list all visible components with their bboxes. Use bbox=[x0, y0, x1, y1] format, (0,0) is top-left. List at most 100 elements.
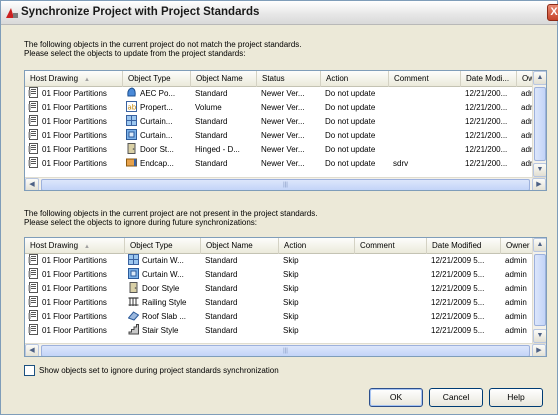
table-row[interactable]: 01 Floor Partitions Endcap... Standard Newe… bbox=[25, 157, 543, 171]
status-cell: Newer Ver... bbox=[257, 101, 321, 115]
table-row[interactable]: 01 Floor Partitions Door Style Standard Ski… bbox=[25, 282, 533, 296]
table-row[interactable]: 01 Floor Partitions Stair Style Standard Sk… bbox=[25, 324, 533, 338]
missing-objects-grid[interactable]: Host Drawing ▲ Object Type Object Name Ac… bbox=[24, 237, 547, 357]
action-cell-text: Do not update bbox=[325, 117, 376, 126]
title-bar[interactable]: Synchronize Project with Project Standar… bbox=[1, 1, 558, 25]
mismatched-objects-grid[interactable]: Host Drawing ▲ Object Type Object Name St… bbox=[24, 70, 547, 191]
comment-cell bbox=[389, 143, 461, 157]
col-header-object-type[interactable]: Object Type bbox=[125, 238, 201, 254]
scroll-thumb[interactable] bbox=[534, 87, 546, 161]
comment-cell bbox=[389, 87, 461, 101]
object-type-cell: Railing Style bbox=[125, 296, 201, 310]
object-type-cell: Stair Style bbox=[125, 324, 201, 338]
object-name-cell-text: Standard bbox=[205, 284, 238, 293]
col-header-comment[interactable]: Comment bbox=[389, 71, 461, 87]
horizontal-scrollbar[interactable]: ◀ ||| ▶ bbox=[25, 343, 546, 356]
curtain-wall-unit-icon bbox=[126, 129, 137, 140]
action-cell-text: Do not update bbox=[325, 159, 376, 168]
col-header-object-type[interactable]: Object Type bbox=[123, 71, 191, 87]
help-button[interactable]: Help bbox=[489, 388, 543, 407]
show-ignored-checkbox[interactable] bbox=[24, 365, 35, 376]
object-type-cell: Door St... bbox=[123, 143, 191, 157]
host-drawing-cell: 01 Floor Partitions bbox=[25, 101, 123, 115]
scroll-up-icon[interactable]: ▲ bbox=[533, 71, 546, 85]
status-cell: Newer Ver... bbox=[257, 129, 321, 143]
scroll-right-icon[interactable]: ▶ bbox=[532, 344, 546, 356]
action-cell-text: Skip bbox=[283, 326, 299, 335]
grid-header: Host Drawing ▲ Object Type Object Name St… bbox=[25, 71, 546, 87]
table-row[interactable]: 01 Floor Partitions Curtain... Standard New… bbox=[25, 129, 543, 143]
table-row[interactable]: 01 Floor Partitions Door St... Hinged - D.… bbox=[25, 143, 543, 157]
col-header-host-drawing[interactable]: Host Drawing ▲ bbox=[25, 71, 123, 87]
scroll-right-icon[interactable]: ▶ bbox=[532, 178, 546, 190]
scroll-down-icon[interactable]: ▼ bbox=[533, 163, 546, 177]
drawing-file-icon bbox=[28, 87, 39, 98]
col-header-action[interactable]: Action bbox=[321, 71, 389, 87]
action-cell: Skip bbox=[279, 296, 355, 310]
action-cell: Skip bbox=[279, 268, 355, 282]
table-row[interactable]: 01 Floor Partitions Roof Slab ... Standard… bbox=[25, 310, 533, 324]
object-type-cell: Curtain... bbox=[123, 115, 191, 129]
object-type-cell-text: Door St... bbox=[140, 145, 174, 154]
vertical-scrollbar[interactable]: ▲ ▼ bbox=[532, 238, 546, 344]
action-cell: Skip bbox=[279, 282, 355, 296]
top-intro-line2: Please select the objects to update from… bbox=[24, 49, 246, 58]
object-name-cell: Standard bbox=[201, 282, 279, 296]
horizontal-scroll-thumb[interactable]: ||| bbox=[41, 179, 530, 190]
object-name-cell-text: Standard bbox=[205, 270, 238, 279]
vertical-scrollbar[interactable]: ▲ ▼ bbox=[532, 71, 546, 178]
col-header-object-name[interactable]: Object Name bbox=[201, 238, 279, 254]
svg-text:ab: ab bbox=[128, 104, 137, 112]
ok-button[interactable]: OK bbox=[369, 388, 423, 407]
horizontal-scrollbar[interactable]: ◀ ||| ▶ bbox=[25, 177, 546, 190]
sync-dialog: Synchronize Project with Project Standar… bbox=[0, 0, 558, 415]
bottom-intro-line2: Please select the objects to ignore duri… bbox=[24, 218, 258, 227]
scroll-up-icon[interactable]: ▲ bbox=[533, 238, 546, 252]
table-row[interactable]: 01 Floor Partitions Curtain... Standard New… bbox=[25, 115, 543, 129]
object-type-cell: Curtain... bbox=[123, 129, 191, 143]
col-header-status[interactable]: Status bbox=[257, 71, 321, 87]
status-cell: Newer Ver... bbox=[257, 87, 321, 101]
host-drawing-cell: 01 Floor Partitions bbox=[25, 87, 123, 101]
action-cell-text: Skip bbox=[283, 312, 299, 321]
col-header-action[interactable]: Action bbox=[279, 238, 355, 254]
object-name-cell: Standard bbox=[201, 268, 279, 282]
object-name-cell: Standard bbox=[201, 310, 279, 324]
sort-ascending-icon: ▲ bbox=[84, 244, 90, 250]
scroll-thumb[interactable] bbox=[534, 254, 546, 326]
grid-header: Host Drawing ▲ Object Type Object Name Ac… bbox=[25, 238, 546, 254]
close-button[interactable]: X bbox=[547, 4, 558, 21]
scroll-down-icon[interactable]: ▼ bbox=[533, 329, 546, 343]
object-type-cell: Curtain W... bbox=[125, 268, 201, 282]
scroll-left-icon[interactable]: ◀ bbox=[25, 344, 39, 356]
date-modified-cell: 12/21/2009 5... bbox=[427, 254, 501, 268]
col-header-date-modified[interactable]: Date Modi... bbox=[461, 71, 517, 87]
host-drawing-cell-text: 01 Floor Partitions bbox=[42, 89, 107, 98]
host-drawing-cell: 01 Floor Partitions bbox=[25, 115, 123, 129]
action-cell-text: Skip bbox=[283, 298, 299, 307]
action-cell: Do not update bbox=[321, 157, 389, 171]
host-drawing-cell: 01 Floor Partitions bbox=[25, 129, 123, 143]
horizontal-scroll-thumb[interactable]: ||| bbox=[41, 345, 530, 356]
table-row[interactable]: 01 Floor Partitions Curtain W... Standard S… bbox=[25, 254, 533, 268]
col-header-object-name[interactable]: Object Name bbox=[191, 71, 257, 87]
sort-ascending-icon: ▲ bbox=[84, 77, 90, 83]
scroll-left-icon[interactable]: ◀ bbox=[25, 178, 39, 190]
owner-cell-text: admin bbox=[505, 284, 527, 293]
action-cell-text: Do not update bbox=[325, 145, 376, 154]
date-modified-cell-text: 12/21/200... bbox=[465, 117, 508, 126]
col-header-comment[interactable]: Comment bbox=[355, 238, 427, 254]
action-cell-text: Do not update bbox=[325, 89, 376, 98]
table-row[interactable]: 01 Floor Partitions Railing Style Standard… bbox=[25, 296, 533, 310]
host-drawing-cell-text: 01 Floor Partitions bbox=[42, 298, 107, 307]
date-modified-cell: 12/21/200... bbox=[461, 157, 517, 171]
table-row[interactable]: 01 Floor Partitions ab Propert... Volume New… bbox=[25, 101, 543, 115]
table-row[interactable]: 01 Floor Partitions AEC Po... Standard Newe… bbox=[25, 87, 543, 101]
col-header-host-drawing[interactable]: Host Drawing ▲ bbox=[25, 238, 125, 254]
aec-profile-icon bbox=[126, 87, 137, 98]
col-header-date-modified[interactable]: Date Modified bbox=[427, 238, 501, 254]
action-cell: Do not update bbox=[321, 101, 389, 115]
cancel-button[interactable]: Cancel bbox=[429, 388, 483, 407]
date-modified-cell: 12/21/200... bbox=[461, 129, 517, 143]
table-row[interactable]: 01 Floor Partitions Curtain W... Standard S… bbox=[25, 268, 533, 282]
